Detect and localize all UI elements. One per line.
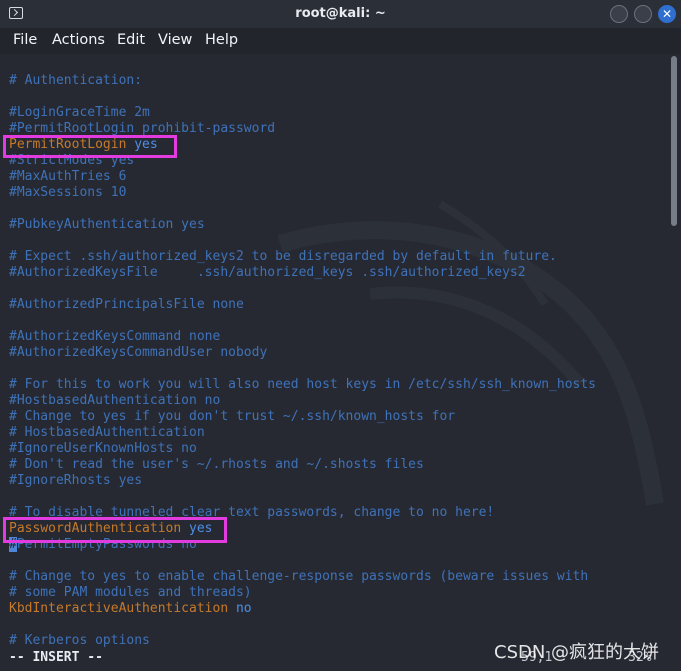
title-bar: root@kali: ~ ✕ [0, 0, 681, 28]
code-line: # Kerberos options [9, 633, 150, 648]
code-line: #MaxAuthTries 6 [9, 169, 127, 184]
code-line: # Expect .ssh/authorized_keys2 to be dis… [9, 249, 557, 264]
code-line: # Change to yes if you don't trust ~/.ss… [9, 409, 456, 424]
code-line: # HostbasedAuthentication [9, 425, 205, 440]
code-line: #IgnoreUserKnownHosts no [9, 441, 197, 456]
window-title: root@kali: ~ [295, 6, 386, 21]
code-line: #HostbasedAuthentication no [9, 393, 221, 408]
menu-help[interactable]: Help [205, 32, 238, 48]
code-line: # Change to yes to enable challenge-resp… [9, 569, 589, 584]
code-line: #AuthorizedKeysCommand none [9, 329, 221, 344]
directive-value: no [228, 601, 252, 616]
menu-bar: File Actions Edit View Help [0, 28, 681, 54]
code-line: #IgnoreRhosts yes [9, 473, 143, 488]
highlight-box-permit-root-login [3, 135, 177, 158]
vim-mode-indicator: -- INSERT -- [9, 650, 103, 665]
code-line: #PubkeyAuthentication yes [9, 217, 205, 232]
code-line: #LoginGraceTime 2m [9, 105, 150, 120]
directive-keyword: KbdInteractiveAuthentication [9, 601, 229, 616]
scrollbar[interactable] [671, 56, 677, 226]
highlight-box-password-authentication [3, 517, 227, 543]
code-line: #MaxSessions 10 [9, 185, 127, 200]
csdn-watermark: CSDN @疯狂的大饼 [494, 642, 660, 663]
code-line: # Don't read the user's ~/.rhosts and ~/… [9, 457, 424, 472]
close-icon[interactable]: ✕ [658, 5, 676, 23]
code-line: # some PAM modules and threads) [9, 585, 252, 600]
code-line-kbd-interactive: KbdInteractiveAuthentication no [9, 601, 252, 617]
code-line: #AuthorizedKeysFile .ssh/authorized_keys… [9, 265, 526, 280]
code-line: # For this to work you will also need ho… [9, 377, 596, 392]
code-line: #AuthorizedKeysCommandUser nobody [9, 345, 268, 360]
menu-edit[interactable]: Edit [117, 32, 145, 48]
minimize-icon[interactable] [610, 5, 628, 23]
code-line: #AuthorizedPrincipalsFile none [9, 297, 244, 312]
menu-file[interactable]: File [13, 32, 37, 48]
menu-view[interactable]: View [158, 32, 192, 48]
code-line: # Authentication: [9, 73, 143, 88]
maximize-icon[interactable] [634, 5, 652, 23]
menu-actions[interactable]: Actions [52, 32, 105, 48]
